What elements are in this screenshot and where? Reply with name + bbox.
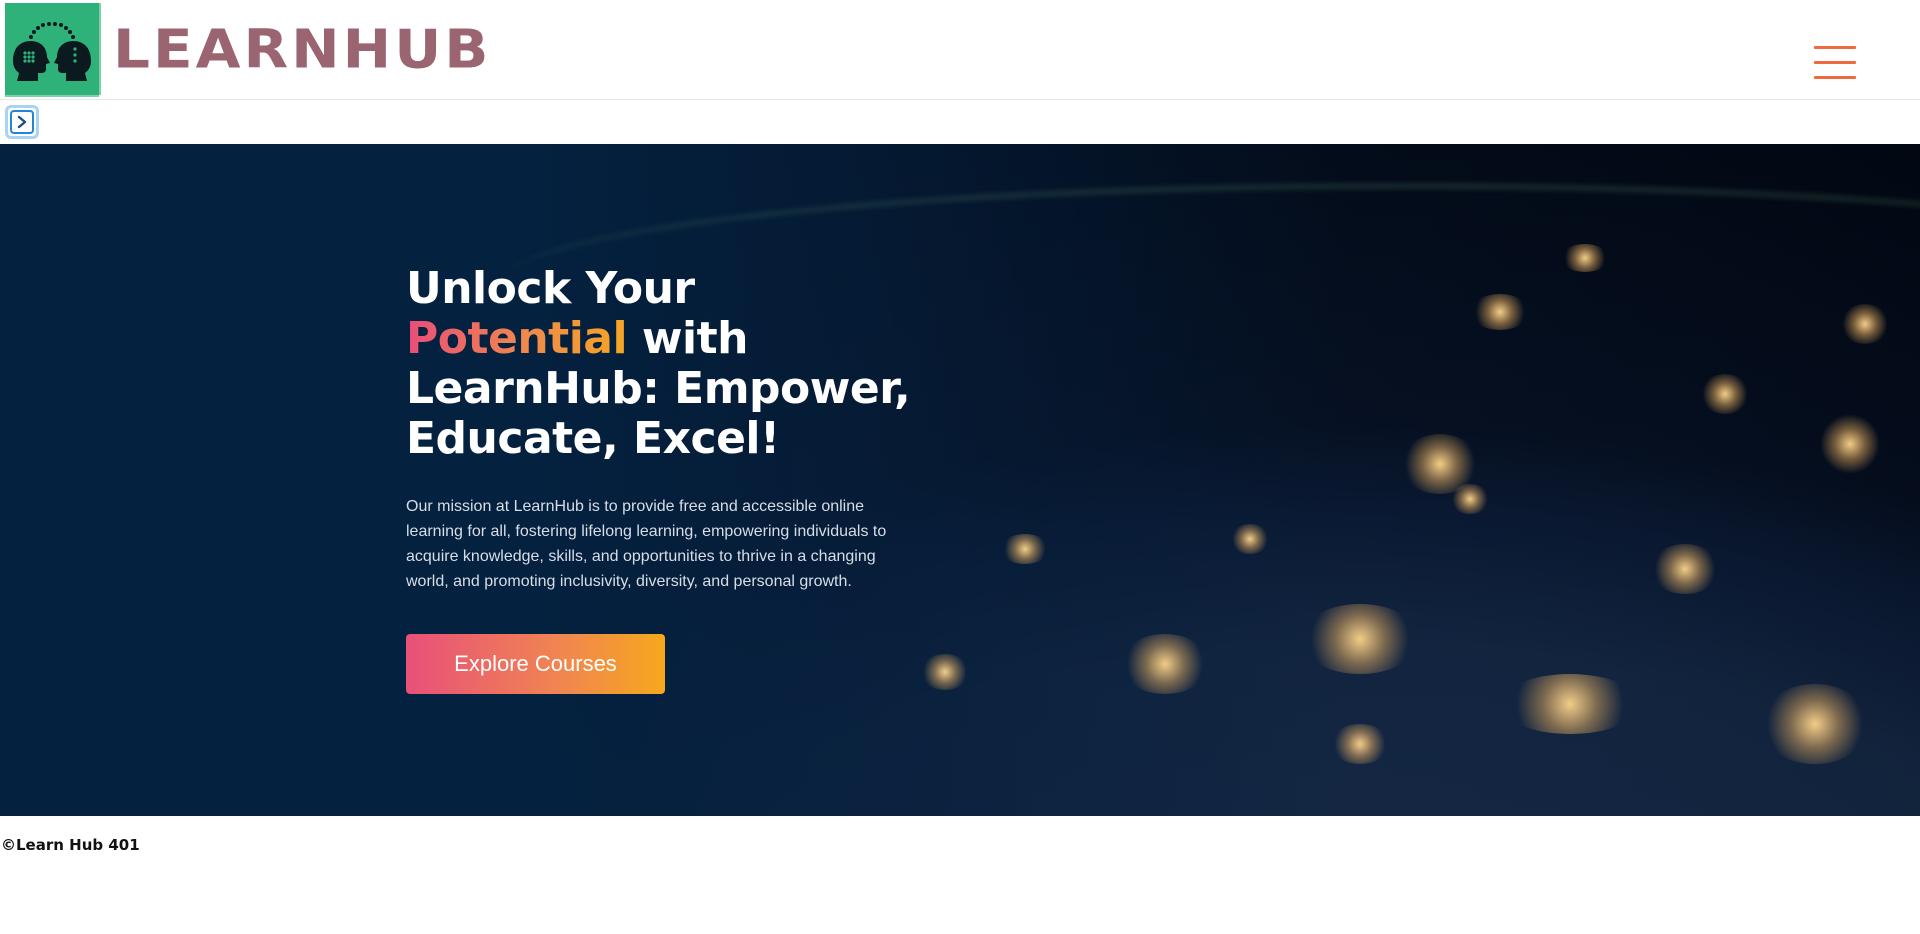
city-light — [1470, 294, 1530, 330]
chevron-right-icon — [10, 110, 34, 134]
city-light — [1840, 304, 1890, 344]
city-light — [1760, 684, 1870, 764]
hamburger-menu-icon[interactable] — [1812, 44, 1858, 80]
logo-text: LEARNHUB — [113, 17, 492, 81]
city-light — [1650, 544, 1720, 594]
city-light — [1120, 634, 1210, 694]
city-light — [1500, 674, 1640, 734]
hero-title: Unlock Your Potential with LearnHub: Emp… — [406, 264, 926, 464]
city-light — [1700, 374, 1750, 414]
city-light — [1560, 244, 1610, 272]
explore-courses-button[interactable]: Explore Courses — [406, 634, 665, 694]
site-header: LEARNHUB — [0, 0, 1920, 100]
city-light — [1330, 724, 1390, 764]
city-light — [920, 654, 970, 690]
hero-section: Unlock Your Potential with LearnHub: Emp… — [0, 144, 1920, 816]
city-light — [1230, 524, 1270, 554]
logo[interactable]: LEARNHUB — [5, 2, 492, 96]
city-light — [1820, 414, 1880, 474]
hero-content: Unlock Your Potential with LearnHub: Emp… — [406, 264, 926, 694]
two-heads-brain-icon — [5, 3, 99, 95]
footer-copyright: ©Learn Hub 401 — [1, 836, 140, 854]
city-light — [1000, 534, 1050, 564]
sidebar-toggle-button[interactable] — [5, 105, 39, 139]
hero-description: Our mission at LearnHub is to provide fr… — [406, 498, 887, 590]
hero-title-line1: Unlock Your — [406, 263, 695, 314]
hero-title-highlight: Potential — [406, 313, 628, 364]
city-light — [1450, 484, 1490, 514]
city-light — [1300, 604, 1420, 674]
